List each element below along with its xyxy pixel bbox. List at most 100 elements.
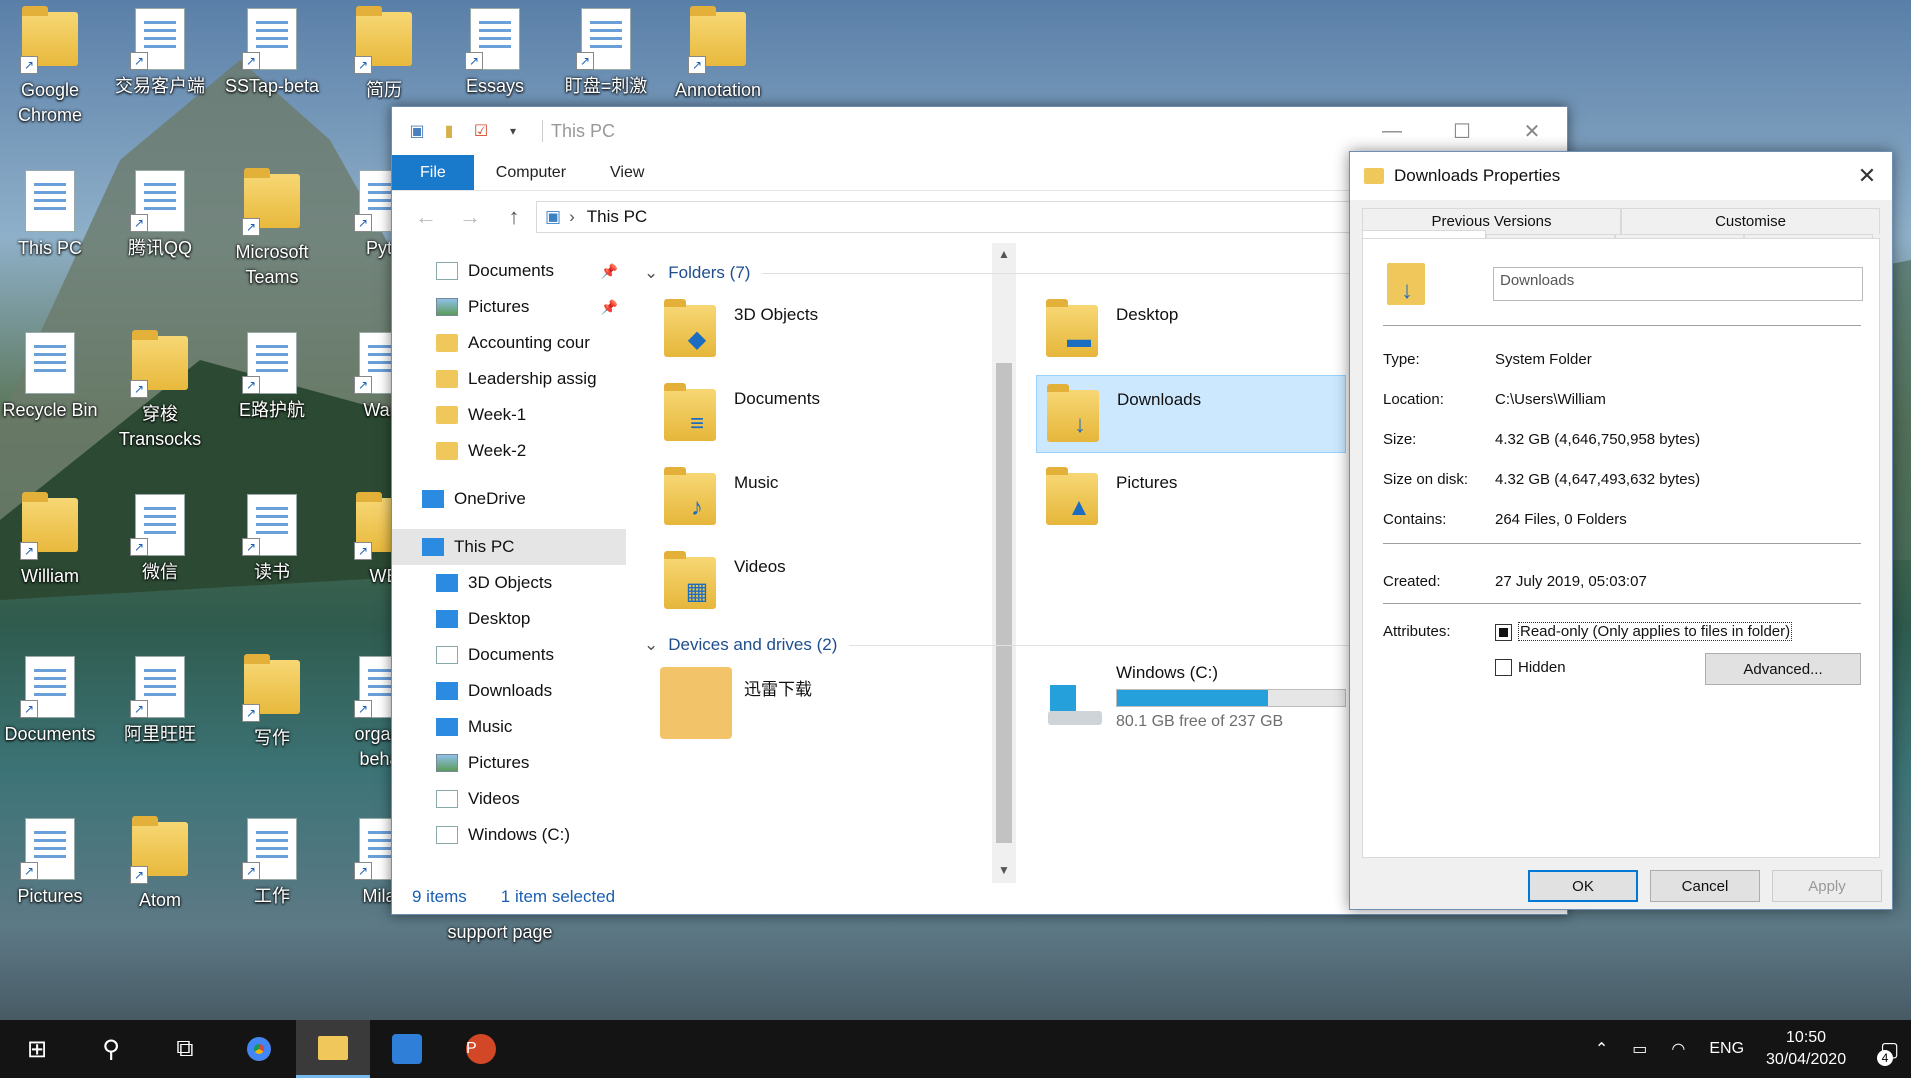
advanced-button[interactable]: Advanced... — [1705, 653, 1861, 685]
nav-item[interactable]: Leadership assig — [392, 361, 626, 397]
nav-item[interactable]: Music — [392, 709, 626, 745]
xunlei-download-tile[interactable]: 迅雷下载 — [654, 661, 964, 739]
wifi-icon[interactable]: ◠ — [1671, 1039, 1685, 1059]
dialog-titlebar[interactable]: Downloads Properties ✕ — [1350, 152, 1892, 200]
properties-icon[interactable]: ☑ — [470, 120, 492, 142]
folders-group-header[interactable]: ⌄ Folders (7) — [644, 263, 1384, 283]
dialog-close-button[interactable]: ✕ — [1842, 152, 1892, 200]
desktop-icon[interactable]: ↗ 工作 — [222, 818, 322, 909]
nav-item[interactable]: Desktop — [392, 601, 626, 637]
chevron-down-icon[interactable]: ⌄ — [644, 635, 658, 655]
up-arrow-icon[interactable]: ↑ — [492, 204, 536, 230]
nav-item[interactable]: Documents 📌 — [392, 253, 626, 289]
nav-item[interactable]: Downloads — [392, 673, 626, 709]
nav-item-label: 3D Objects — [468, 573, 553, 592]
notification-icon[interactable]: ▢ 4 — [1877, 1037, 1899, 1066]
powerpoint-taskbar-icon[interactable]: P — [444, 1020, 518, 1078]
system-tray: ⌃ ▭ ◠ ENG 10:50 30/04/2020 ▢ 4 — [1583, 1020, 1911, 1078]
nav-item[interactable]: This PC — [392, 529, 626, 565]
nav-item[interactable]: Week-2 — [392, 433, 626, 469]
desktop-icon[interactable]: ↗ Microsoft Teams — [222, 168, 322, 290]
desktop-icon[interactable]: ↗ Google Chrome — [0, 6, 100, 128]
close-button[interactable]: ✕ — [1497, 107, 1567, 155]
file-explorer-taskbar-icon[interactable] — [296, 1020, 370, 1078]
properties-dialog[interactable]: Downloads Properties ✕ Previous Versions… — [1349, 151, 1893, 910]
folder-tile-label: Videos — [734, 557, 786, 576]
folder-tile[interactable]: ▲ Pictures — [1036, 459, 1346, 537]
desktop-icon[interactable]: ↗ 阿里旺旺 — [110, 656, 210, 747]
desktop-icon[interactable]: ↗ 交易客户端 — [110, 8, 210, 99]
desktop-icon[interactable]: ↗ 简历 — [334, 6, 434, 103]
tab-file[interactable]: File — [392, 155, 474, 190]
readonly-checkbox[interactable] — [1495, 623, 1512, 641]
battery-icon[interactable]: ▭ — [1632, 1039, 1647, 1059]
folder-tile[interactable]: ≡ Documents — [654, 375, 964, 453]
desktop-icon[interactable]: ↗ 写作 — [222, 654, 322, 751]
task-view-icon[interactable]: ⧉ — [148, 1020, 222, 1078]
nav-item[interactable]: Week-1 — [392, 397, 626, 433]
hidden-checkbox[interactable] — [1495, 659, 1512, 676]
chevron-down-icon[interactable]: ⌄ — [644, 263, 658, 283]
people-taskbar-icon[interactable] — [370, 1020, 444, 1078]
desktop-icon[interactable]: Recycle Bin — [0, 332, 100, 423]
desktop-icon[interactable]: ↗ 穿梭 Transocks — [110, 330, 210, 452]
language-indicator[interactable]: ENG — [1709, 1040, 1744, 1058]
desktop-icon[interactable]: ↗ 微信 — [110, 494, 210, 585]
desktop-icon[interactable]: ↗ 读书 — [222, 494, 322, 585]
desktop-icon[interactable]: ↗ SSTap-beta — [222, 8, 322, 99]
start-button[interactable]: ⊞ — [0, 1020, 74, 1078]
nav-item[interactable]: Accounting cour — [392, 325, 626, 361]
breadcrumb-chevron-icon[interactable]: › — [569, 207, 575, 227]
cancel-button[interactable]: Cancel — [1650, 870, 1760, 902]
hidden-label[interactable]: Hidden — [1518, 659, 1566, 676]
forward-arrow-icon[interactable]: → — [448, 204, 492, 230]
nav-item[interactable]: Windows (C:) — [392, 817, 626, 853]
desktop-icon[interactable]: ↗ Atom — [110, 816, 210, 913]
desktop-icon[interactable]: ↗ Essays — [445, 8, 545, 99]
desktop-icon-label: SSTap-beta — [224, 76, 320, 96]
clock[interactable]: 10:50 30/04/2020 — [1766, 1027, 1846, 1071]
desktop-icon[interactable]: This PC — [0, 170, 100, 261]
tab-computer[interactable]: Computer — [474, 155, 588, 190]
desktop-icon[interactable]: ↗ Documents — [0, 656, 100, 747]
nav-item[interactable]: Videos — [392, 781, 626, 817]
readonly-label[interactable]: Read-only (Only applies to files in fold… — [1518, 622, 1793, 641]
apply-button[interactable]: Apply — [1772, 870, 1882, 902]
new-folder-icon[interactable]: ▮ — [438, 120, 460, 142]
drive-c-tile[interactable]: Windows (C:) 80.1 GB free of 237 GB — [1036, 655, 1346, 747]
desktop-icon[interactable]: ↗ E路护航 — [222, 332, 322, 423]
folder-tile[interactable]: ▦ Videos — [654, 543, 964, 621]
tab-view[interactable]: View — [588, 155, 666, 190]
property-label: Contains: — [1383, 511, 1447, 528]
readonly-checkbox-wrap[interactable]: Read-only (Only applies to files in fold… — [1495, 622, 1793, 641]
folder-tile[interactable]: ♪ Music — [654, 459, 964, 537]
folder-tile[interactable]: ▬ Desktop — [1036, 291, 1346, 369]
nav-item[interactable]: 3D Objects — [392, 565, 626, 601]
maximize-button[interactable]: ☐ — [1427, 107, 1497, 155]
download-arrow-icon: ↓ — [1401, 277, 1413, 304]
chevron-up-icon[interactable]: ⌃ — [1595, 1039, 1608, 1059]
desktop-icon[interactable]: ↗ William — [0, 492, 100, 589]
search-icon[interactable]: ⚲ — [74, 1020, 148, 1078]
minimize-button[interactable]: — — [1357, 107, 1427, 155]
nav-item[interactable]: OneDrive — [392, 481, 626, 517]
downloads-folder-icon: ↓ — [1387, 263, 1425, 305]
devices-group-header[interactable]: ⌄ Devices and drives (2) — [644, 635, 1384, 655]
explorer-titlebar[interactable]: ▣ ▮ ☑ ▾ This PC — ☐ ✕ — [392, 107, 1567, 155]
desktop-icon[interactable]: ↗ Pictures — [0, 818, 100, 909]
nav-item[interactable]: Documents — [392, 637, 626, 673]
folder-tile[interactable]: ◆ 3D Objects — [654, 291, 964, 369]
chevron-down-icon[interactable]: ▾ — [502, 120, 524, 142]
nav-item[interactable]: Pictures 📌 — [392, 289, 626, 325]
chrome-taskbar-icon[interactable] — [222, 1020, 296, 1078]
back-arrow-icon[interactable]: ← — [404, 204, 448, 230]
nav-item[interactable]: Pictures — [392, 745, 626, 781]
desktop-icon[interactable]: ↗ 腾讯QQ — [110, 170, 210, 261]
folder-tile[interactable]: ↓ Downloads — [1036, 375, 1346, 453]
shortcut-arrow-icon: ↗ — [130, 214, 148, 232]
folder-name-input[interactable]: Downloads — [1493, 267, 1863, 301]
tab-customise[interactable]: Customise — [1621, 208, 1880, 234]
desktop-icon[interactable]: ↗ 盯盘=刺激 — [556, 8, 656, 99]
desktop-icon[interactable]: ↗ Annotation — [668, 6, 768, 103]
ok-button[interactable]: OK — [1528, 870, 1638, 902]
